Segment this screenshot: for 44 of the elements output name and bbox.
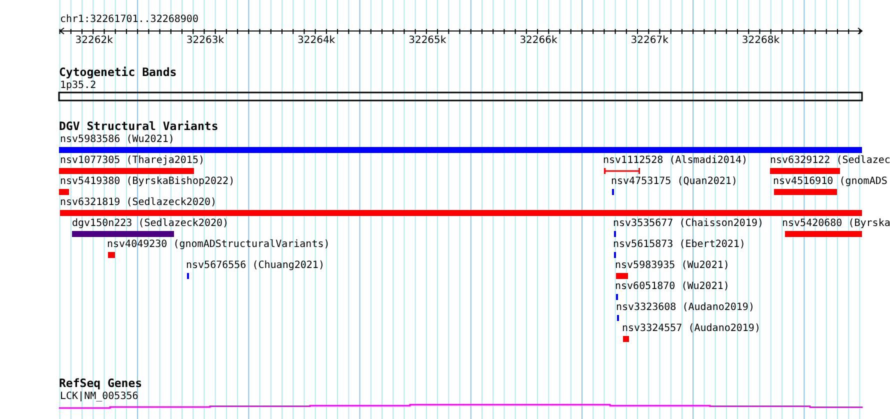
variant-bar[interactable] bbox=[59, 168, 194, 174]
variant-label[interactable]: nsv6051870 (Wu2021) bbox=[615, 281, 730, 292]
variant-label[interactable]: nsv1112528 (Alsmadi2014) bbox=[603, 155, 748, 166]
gene-label: LCK|NM_005356 bbox=[60, 391, 138, 402]
variant-label[interactable]: nsv5420680 (Byrska bbox=[782, 218, 890, 229]
variant-bar[interactable] bbox=[59, 147, 862, 153]
ruler-tick-label: 32265k bbox=[408, 35, 445, 46]
location-label: chr1:32261701..32268900 bbox=[60, 14, 198, 25]
variant-label[interactable]: nsv5983935 (Wu2021) bbox=[615, 260, 730, 271]
variant-label[interactable]: nsv3323608 (Audano2019) bbox=[616, 302, 754, 313]
variant-label[interactable]: nsv6329122 (Sedlazec bbox=[770, 155, 890, 166]
variant-label[interactable]: nsv5983586 (Wu2021) bbox=[60, 134, 174, 145]
variant-bar[interactable] bbox=[72, 231, 174, 237]
variant-label[interactable]: nsv3324557 (Audano2019) bbox=[622, 323, 760, 334]
variant-label[interactable]: nsv5615873 (Ebert2021) bbox=[613, 239, 746, 250]
variant-bar[interactable] bbox=[785, 231, 862, 237]
track-title: Cytogenetic Bands bbox=[59, 66, 177, 79]
variant-bar[interactable] bbox=[774, 189, 837, 195]
variant-label[interactable]: nsv4516910 (gnomADS bbox=[773, 176, 888, 187]
variant-bar[interactable] bbox=[616, 273, 628, 279]
ruler-tick-label: 32264k bbox=[298, 35, 334, 46]
variant-bar[interactable] bbox=[59, 189, 69, 195]
variant-bar[interactable] bbox=[770, 168, 840, 174]
variant-label[interactable]: nsv4753175 (Quan2021) bbox=[611, 176, 738, 187]
ruler-tick-label: 32266k bbox=[520, 35, 556, 46]
ruler-tick-label: 32267k bbox=[630, 35, 667, 46]
ruler-tick-label: 32262k bbox=[75, 35, 112, 46]
track-title: RefSeq Genes bbox=[59, 377, 142, 390]
variant-label[interactable]: nsv1077305 (Thareja2015) bbox=[60, 155, 204, 166]
band-label: 1p35.2 bbox=[60, 80, 96, 91]
variant-label[interactable]: dgv150n223 (Sedlazeck2020) bbox=[72, 218, 229, 229]
gene-model-line[interactable] bbox=[59, 404, 863, 409]
variant-bar[interactable] bbox=[60, 210, 862, 216]
variant-range-line[interactable] bbox=[604, 168, 640, 174]
variant-label[interactable]: nsv5419380 (ByrskaBishop2022) bbox=[60, 176, 235, 187]
ruler-tick-label: 32263k bbox=[186, 35, 222, 46]
variant-label[interactable]: nsv6321819 (Sedlazeck2020) bbox=[60, 197, 217, 208]
track-title: DGV Structural Variants bbox=[59, 120, 218, 133]
variant-label[interactable]: nsv3535677 (Chaisson2019) bbox=[613, 218, 764, 229]
variant-label[interactable]: nsv4049230 (gnomADStructuralVariants) bbox=[107, 239, 330, 250]
variant-label[interactable]: nsv5676556 (Chuang2021) bbox=[186, 260, 324, 271]
ruler-tick-label: 32268k bbox=[742, 35, 778, 46]
variant-bar[interactable] bbox=[623, 336, 629, 342]
variant-bar[interactable] bbox=[108, 252, 115, 258]
